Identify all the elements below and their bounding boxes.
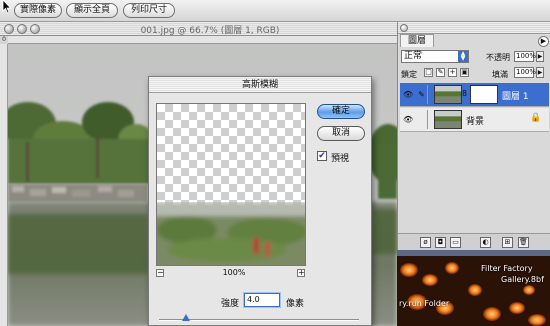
preview-checkbox[interactable]: ✔	[317, 151, 327, 161]
chain-link-icon[interactable]: 8	[462, 89, 468, 98]
horizontal-ruler[interactable]	[8, 36, 397, 44]
eye-icon[interactable]: 👁	[403, 90, 413, 100]
tab-layers[interactable]: 圖層	[400, 34, 434, 47]
fill-arrow-icon[interactable]: ▶	[536, 67, 544, 78]
zoom-in-button[interactable]: +	[297, 269, 305, 277]
radius-input[interactable]: 4.0	[244, 293, 280, 307]
add-mask-icon[interactable]: ◘	[435, 237, 446, 248]
radius-label: 強度	[221, 299, 240, 309]
opacity-arrow-icon[interactable]: ▶	[536, 51, 544, 62]
layers-palette: 圖層 ▶ 正常 ▲ ▼ 不透明 100% ▶ 鎖定 □ ✎ + ▣ 填滿 100%…	[397, 22, 550, 250]
cancel-button[interactable]: 取消	[317, 126, 365, 141]
lock-icon: 🔒	[530, 113, 542, 123]
zoom-out-button[interactable]: −	[156, 269, 164, 277]
radius-unit: 像素	[286, 299, 305, 309]
palette-menu-button[interactable]: ▶	[538, 36, 549, 47]
print-size-button[interactable]: 列印尺寸	[123, 3, 175, 18]
arrow-cursor-icon	[2, 0, 12, 14]
preview-checkbox-label: 預視	[331, 154, 350, 164]
fit-screen-button[interactable]: 顯示全頁	[66, 3, 118, 18]
layer-name[interactable]: 背景	[466, 114, 484, 127]
gaussian-blur-dialog: 高斯模糊 − 100% + 確定 取消 ✔ 預視 強度 4.0 像素	[148, 76, 372, 326]
document-title: 001.jpg @ 66.7% (圖層 1, RGB)	[140, 26, 280, 36]
ruler-origin[interactable]: 0	[0, 36, 8, 44]
new-group-icon[interactable]: ▭	[450, 237, 461, 248]
vertical-ruler[interactable]	[0, 36, 8, 326]
fill-field[interactable]: 100%	[514, 67, 536, 78]
blend-mode-select[interactable]: 正常 ▲ ▼	[401, 50, 469, 63]
lock-image-icon[interactable]: ✎	[436, 68, 445, 77]
new-layer-icon[interactable]: ⊞	[502, 237, 513, 248]
layer-name[interactable]: 圖層 1	[502, 89, 529, 102]
palette-title-bar[interactable]	[398, 22, 550, 34]
zoom-window-button[interactable]	[30, 24, 40, 34]
ok-button[interactable]: 確定	[317, 104, 365, 119]
filter-factory-label: Filter Factory	[481, 264, 533, 273]
layer-row[interactable]: 👁 背景 🔒	[400, 108, 549, 132]
minimize-window-button[interactable]	[17, 24, 27, 34]
blur-preview[interactable]	[156, 103, 306, 266]
actual-pixels-button[interactable]: 實際像素	[14, 3, 62, 18]
radius-slider-thumb[interactable]	[182, 314, 190, 321]
options-bar: 實際像素 顯示全頁 列印尺寸	[0, 0, 550, 22]
close-window-button[interactable]	[4, 24, 14, 34]
document-title-bar[interactable]: 001.jpg @ 66.7% (圖層 1, RGB)	[0, 22, 397, 36]
layer-style-icon[interactable]: ø	[420, 237, 431, 248]
adjustment-layer-icon[interactable]: ◐	[480, 237, 491, 248]
opacity-label: 不透明	[486, 53, 510, 62]
layer-row[interactable]: 👁 ✎ 8 圖層 1	[400, 83, 549, 107]
folder-label: ry.run Folder	[399, 299, 450, 308]
opacity-field[interactable]: 100%	[514, 51, 536, 62]
layer-thumbnail	[434, 110, 462, 129]
brush-icon: ✎	[416, 85, 428, 104]
layer-mask-thumbnail[interactable]	[470, 85, 498, 104]
dialog-title[interactable]: 高斯模糊	[149, 77, 371, 93]
palette-bottom-bar: ø ◘ ▭ ◐ ⊞ 🗑	[398, 233, 550, 250]
gallery-label: Gallery.8bf	[501, 275, 544, 284]
blend-mode-value: 正常	[404, 51, 423, 61]
palette-close-button[interactable]	[400, 24, 408, 32]
eye-icon[interactable]: 👁	[403, 115, 413, 125]
fill-label: 填滿	[492, 70, 508, 79]
lanterns-image	[397, 250, 550, 326]
layer-thumbnail	[434, 85, 462, 104]
preview-image	[157, 202, 305, 265]
lock-transparency-icon[interactable]: □	[424, 68, 433, 77]
select-arrows-icon: ▲ ▼	[458, 51, 468, 62]
trash-icon[interactable]: 🗑	[518, 237, 529, 248]
lock-label: 鎖定	[401, 70, 417, 79]
preview-zoom-level: 100%	[222, 268, 246, 277]
brush-slot	[416, 110, 428, 129]
file-browser-preview: Filter Factory Gallery.8bf ry.run Folder	[397, 250, 550, 326]
lock-all-icon[interactable]: ▣	[460, 68, 469, 77]
lock-position-icon[interactable]: +	[448, 68, 457, 77]
